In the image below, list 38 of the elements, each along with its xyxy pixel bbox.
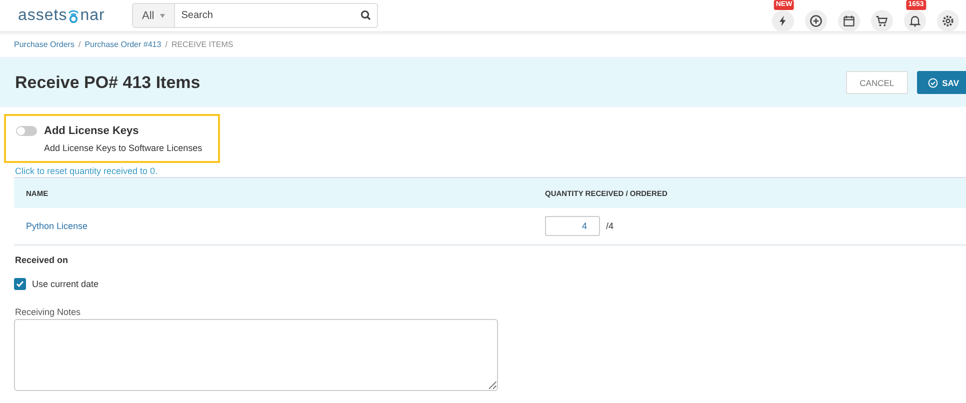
section-title: Add License Keys — [44, 125, 139, 137]
breadcrumb-current: RECEIVE ITEMS — [171, 40, 234, 51]
calendar-button[interactable] — [838, 10, 860, 32]
search-field[interactable]: All Search — [132, 3, 378, 28]
field-label: Received on — [15, 255, 68, 265]
field-label: Receiving Notes — [15, 307, 81, 317]
page-title: Receive PO# 413 Items — [15, 72, 202, 92]
scope-dropdown[interactable]: All — [133, 4, 176, 27]
plus-button[interactable] — [805, 10, 827, 32]
reset-link[interactable]: Click to reset quantity received to 0. — [15, 166, 158, 176]
cancel-button[interactable]: CANCEL — [846, 71, 908, 94]
notes-field[interactable] — [14, 319, 498, 391]
gear-icon — [941, 14, 955, 28]
section-description: Add License Keys to Software Licenses — [44, 143, 202, 153]
breadcrumb-link[interactable]: Purchase Orders — [14, 40, 74, 57]
check-circle-icon — [928, 78, 938, 88]
caret-icon — [160, 14, 166, 18]
cart-button[interactable] — [871, 10, 893, 32]
cart-icon — [875, 14, 889, 28]
checkbox[interactable] — [14, 278, 26, 290]
plus-circle-icon — [809, 14, 823, 28]
ordered-quantity: /4 — [606, 221, 614, 231]
toggle-switch[interactable] — [16, 126, 37, 136]
signal-icon — [67, 8, 80, 23]
calendar-icon — [842, 14, 856, 28]
breadcrumb-link[interactable]: Purchase Order #413 — [84, 40, 162, 57]
bell-icon — [908, 14, 922, 28]
breadcrumb-separator: / — [78, 40, 81, 51]
checkbox-label[interactable]: Use current date — [32, 279, 99, 289]
gear-button[interactable] — [937, 10, 959, 32]
quantity-field[interactable]: 4 — [545, 216, 600, 236]
bell-button[interactable] — [904, 10, 926, 32]
logo-text: assets — [18, 6, 68, 24]
logo-text: nar — [80, 6, 105, 24]
bolt-button[interactable] — [772, 10, 794, 32]
item-link[interactable]: Python License — [26, 221, 88, 231]
breadcrumb-separator: / — [165, 40, 168, 51]
save-button[interactable]: SAV — [917, 71, 966, 94]
